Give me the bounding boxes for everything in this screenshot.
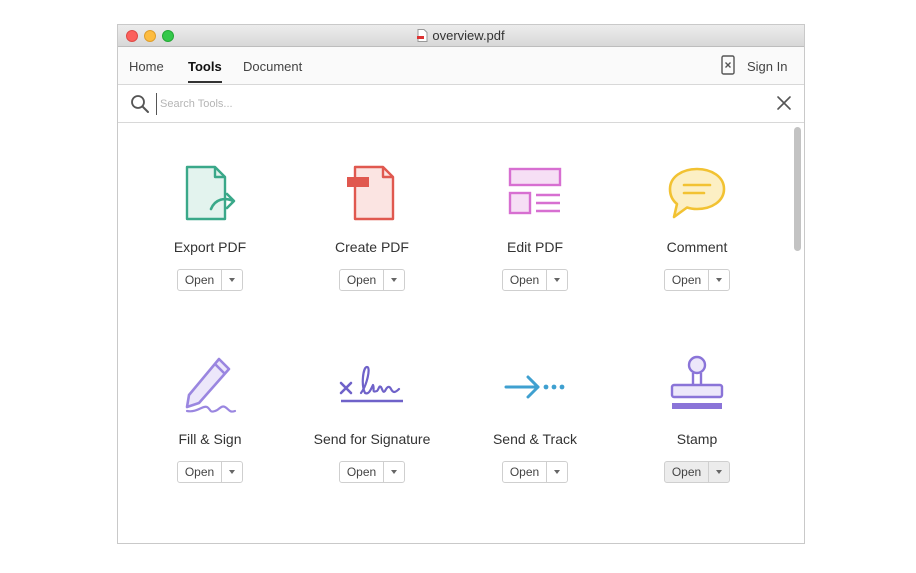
open-button[interactable]: Open (503, 462, 546, 482)
tool-create-pdf[interactable]: Create PDF Open (292, 163, 452, 323)
mobile-link-icon[interactable] (721, 55, 735, 75)
open-button[interactable]: Open (178, 270, 221, 290)
open-split-button: Open (339, 461, 405, 483)
tool-comment[interactable]: Comment Open (617, 163, 777, 323)
open-button[interactable]: Open (665, 462, 708, 482)
scrollbar[interactable] (794, 127, 801, 251)
open-button[interactable]: Open (665, 270, 708, 290)
tool-send-for-signature[interactable]: Send for Signature Open (292, 355, 452, 515)
open-button[interactable]: Open (340, 270, 383, 290)
open-split-button: Open (177, 461, 243, 483)
open-split-button: Open (664, 461, 730, 483)
tool-edit-pdf[interactable]: Edit PDF Open (455, 163, 615, 323)
tool-stamp[interactable]: Stamp Open (617, 355, 777, 515)
tool-label: Comment (666, 239, 728, 255)
send-signature-icon (339, 365, 403, 403)
tool-label: Send for Signature (313, 431, 431, 447)
open-button[interactable]: Open (503, 270, 546, 290)
tab-home[interactable]: Home (129, 59, 164, 74)
tool-label: Create PDF (335, 239, 409, 255)
edit-pdf-icon (508, 167, 562, 215)
fill-sign-icon (185, 357, 237, 413)
comment-icon (668, 167, 726, 219)
tab-tools[interactable]: Tools (188, 59, 222, 83)
open-split-button: Open (177, 269, 243, 291)
search-input[interactable] (156, 93, 762, 115)
search-icon (131, 95, 149, 113)
export-pdf-icon (185, 165, 236, 221)
open-button[interactable]: Open (340, 462, 383, 482)
chevron-down-icon[interactable] (546, 270, 567, 290)
search-bar (118, 85, 804, 123)
close-icon[interactable] (776, 95, 792, 111)
tool-label: Fill & Sign (178, 431, 242, 447)
open-split-button: Open (339, 269, 405, 291)
nav-bar: Home Tools Document Sign In (118, 47, 804, 85)
chevron-down-icon[interactable] (708, 270, 729, 290)
create-pdf-icon (347, 165, 395, 221)
chevron-down-icon[interactable] (383, 270, 404, 290)
open-button[interactable]: Open (178, 462, 221, 482)
app-window: overview.pdf Home Tools Document Sign In (117, 24, 805, 544)
stamp-icon (670, 355, 724, 409)
tool-label: Export PDF (173, 239, 247, 255)
pdf-file-icon (417, 29, 428, 42)
title-bar: overview.pdf (118, 25, 804, 47)
tool-label: Stamp (676, 431, 718, 447)
chevron-down-icon[interactable] (546, 462, 567, 482)
chevron-down-icon[interactable] (383, 462, 404, 482)
send-track-icon (504, 375, 565, 399)
chevron-down-icon[interactable] (221, 462, 242, 482)
tools-grid: Export PDF Open Create PDF Open Edit PDF… (118, 123, 804, 543)
tool-send-track[interactable]: Send & Track Open (455, 355, 615, 515)
chevron-down-icon[interactable] (221, 270, 242, 290)
tool-label: Send & Track (492, 431, 578, 447)
sign-in-button[interactable]: Sign In (747, 59, 787, 74)
tool-fill-sign[interactable]: Fill & Sign Open (130, 355, 290, 515)
open-split-button: Open (502, 269, 568, 291)
open-split-button: Open (502, 461, 568, 483)
window-title: overview.pdf (432, 28, 505, 43)
tool-export-pdf[interactable]: Export PDF Open (130, 163, 290, 323)
chevron-down-icon[interactable] (708, 462, 729, 482)
tool-label: Edit PDF (506, 239, 563, 255)
open-split-button: Open (664, 269, 730, 291)
tab-document[interactable]: Document (243, 59, 302, 74)
